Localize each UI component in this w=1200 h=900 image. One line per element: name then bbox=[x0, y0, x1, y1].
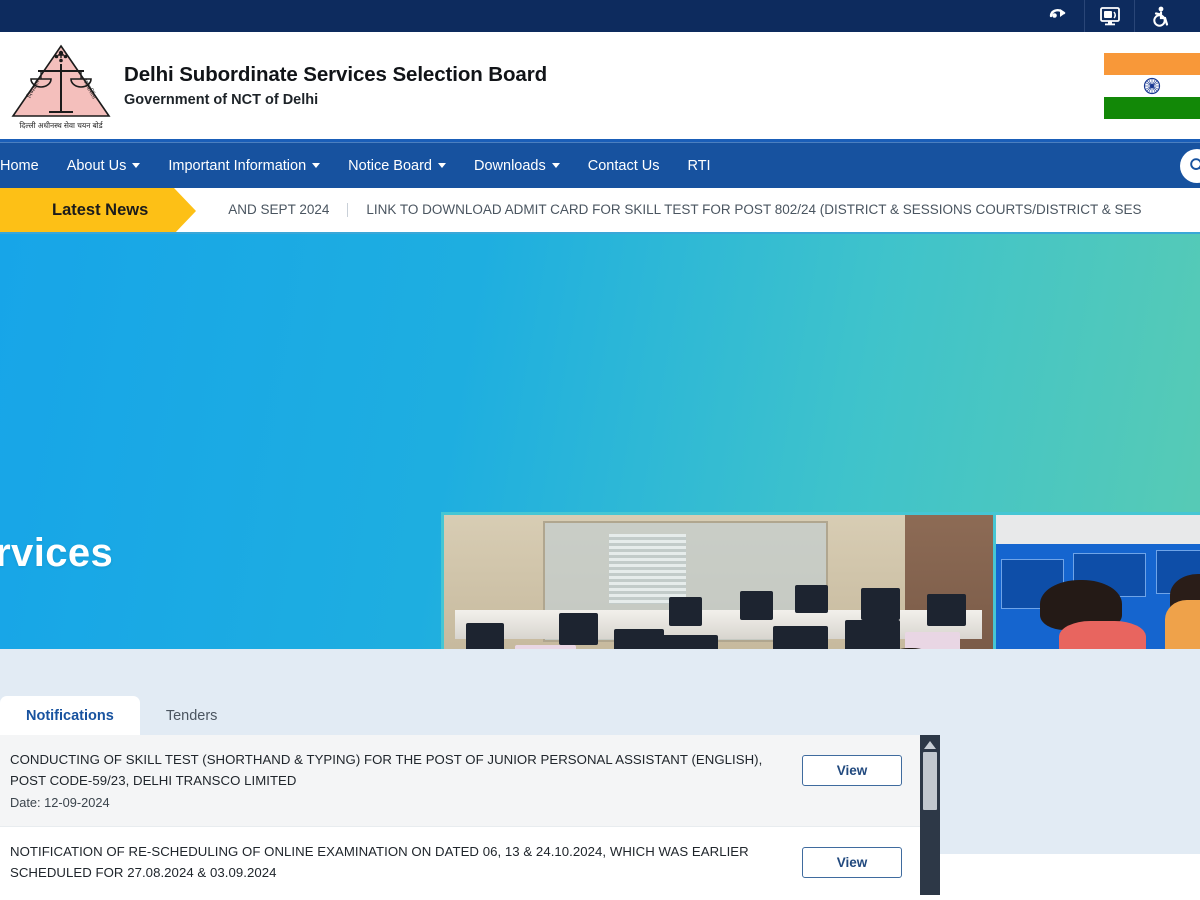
nav-label: RTI bbox=[687, 157, 711, 174]
india-flag-icon bbox=[1104, 52, 1200, 119]
chevron-down-icon bbox=[438, 163, 446, 168]
hero-carousel: nate Services rd bbox=[0, 234, 1200, 649]
notification-text: NOTIFICATION OF RE-SCHEDULING OF ONLINE … bbox=[10, 841, 802, 887]
hero-image-side-top bbox=[996, 515, 1200, 649]
nav-label: Home bbox=[0, 157, 39, 174]
notifications-panel: Notifications Tenders CONDUCTING OF SKIL… bbox=[0, 696, 940, 895]
hero-image-main bbox=[441, 512, 996, 649]
screen-reader-icon[interactable] bbox=[1084, 0, 1134, 32]
flag-band-saffron bbox=[1104, 52, 1200, 75]
main-navigation: Home About Us Important Information Noti… bbox=[0, 142, 1200, 188]
nav-label: Notice Board bbox=[348, 157, 432, 174]
panel-tabs: Notifications Tenders bbox=[0, 696, 940, 735]
flag-band-green bbox=[1104, 96, 1200, 119]
search-icon[interactable] bbox=[1180, 148, 1200, 183]
top-utility-bar bbox=[0, 0, 1200, 32]
ticker-track: AND SEPT 2024 LINK TO DOWNLOAD ADMIT CAR… bbox=[174, 188, 1200, 232]
view-button[interactable]: View bbox=[802, 755, 902, 786]
latest-news-ticker: Latest News AND SEPT 2024 LINK TO DOWNLO… bbox=[0, 188, 1200, 234]
nav-item-home[interactable]: Home bbox=[0, 143, 53, 188]
page-subtitle: Government of NCT of Delhi bbox=[124, 91, 319, 108]
notification-date: Date: 12-09-2024 bbox=[10, 794, 110, 810]
header-title-block: Delhi Subordinate Services Selection Boa… bbox=[124, 62, 547, 109]
hero-headline: nate Services rd bbox=[0, 529, 113, 627]
chevron-down-icon bbox=[312, 163, 321, 168]
notification-list: CONDUCTING OF SKILL TEST (SHORTHAND & TY… bbox=[0, 735, 920, 895]
latest-news-label: Latest News bbox=[0, 188, 197, 232]
notification-text: CONDUCTING OF SKILL TEST (SHORTHAND & TY… bbox=[10, 749, 802, 810]
board-emblem-icon: दिल्ली अधीनस्थ सेवा चयन बोर्ड निष्पक्षता… bbox=[2, 36, 120, 136]
scroll-up-arrow-icon[interactable] bbox=[924, 741, 936, 749]
scrollbar-thumb[interactable] bbox=[923, 752, 937, 810]
accessibility-icon[interactable] bbox=[1134, 0, 1184, 32]
hero-headline-line1: nate Services bbox=[0, 531, 114, 575]
tab-notifications[interactable]: Notifications bbox=[0, 696, 140, 735]
page-title: Delhi Subordinate Services Selection Boa… bbox=[124, 62, 548, 86]
nav-item-downloads[interactable]: Downloads bbox=[460, 143, 574, 188]
panel-body: CONDUCTING OF SKILL TEST (SHORTHAND & TY… bbox=[0, 735, 940, 895]
hero-image-side-stack bbox=[996, 512, 1200, 649]
ashoka-chakra-icon bbox=[1143, 77, 1161, 94]
list-item[interactable]: CONDUCTING OF SKILL TEST (SHORTHAND & TY… bbox=[0, 735, 920, 827]
nav-item-notice-board[interactable]: Notice Board bbox=[334, 143, 460, 188]
nav-label: Contact Us bbox=[587, 157, 660, 174]
nav-item-rti[interactable]: RTI bbox=[673, 143, 724, 188]
chevron-down-icon bbox=[551, 163, 560, 168]
notifications-scrollbar[interactable] bbox=[920, 735, 940, 895]
hero-image-gallery bbox=[441, 512, 1200, 649]
ticker-item[interactable]: AND SEPT 2024 bbox=[210, 202, 349, 218]
notification-title: CONDUCTING OF SKILL TEST (SHORTHAND & TY… bbox=[10, 752, 763, 789]
ticker-item[interactable]: LINK TO DOWNLOAD ADMIT CARD FOR SKILL TE… bbox=[348, 202, 1159, 218]
nav-item-about-us[interactable]: About Us bbox=[53, 143, 155, 188]
nav-label: Downloads bbox=[474, 157, 546, 174]
view-button[interactable]: View bbox=[802, 846, 902, 878]
lower-section: Notifications Tenders CONDUCTING OF SKIL… bbox=[0, 649, 1200, 895]
hero-headline-line2: rd bbox=[0, 578, 113, 627]
flag-band-white bbox=[1104, 74, 1200, 97]
top-utility-icons bbox=[1034, 0, 1184, 32]
list-item[interactable]: NOTIFICATION OF RE-SCHEDULING OF ONLINE … bbox=[0, 827, 920, 895]
nav-item-important-information[interactable]: Important Information bbox=[154, 143, 334, 188]
nav-label: About Us bbox=[66, 157, 127, 174]
notification-title: NOTIFICATION OF RE-SCHEDULING OF ONLINE … bbox=[10, 843, 749, 881]
sign-language-icon[interactable] bbox=[1034, 0, 1084, 32]
chevron-down-icon bbox=[132, 163, 141, 168]
nav-label: Important Information bbox=[168, 157, 307, 174]
site-header: दिल्ली अधीनस्थ सेवा चयन बोर्ड निष्पक्षता… bbox=[0, 32, 1200, 142]
nav-item-contact-us[interactable]: Contact Us bbox=[574, 143, 674, 188]
tab-tenders[interactable]: Tenders bbox=[140, 696, 244, 735]
svg-text:दिल्ली अधीनस्थ सेवा चयन बोर्ड: दिल्ली अधीनस्थ सेवा चयन बोर्ड bbox=[19, 121, 103, 130]
